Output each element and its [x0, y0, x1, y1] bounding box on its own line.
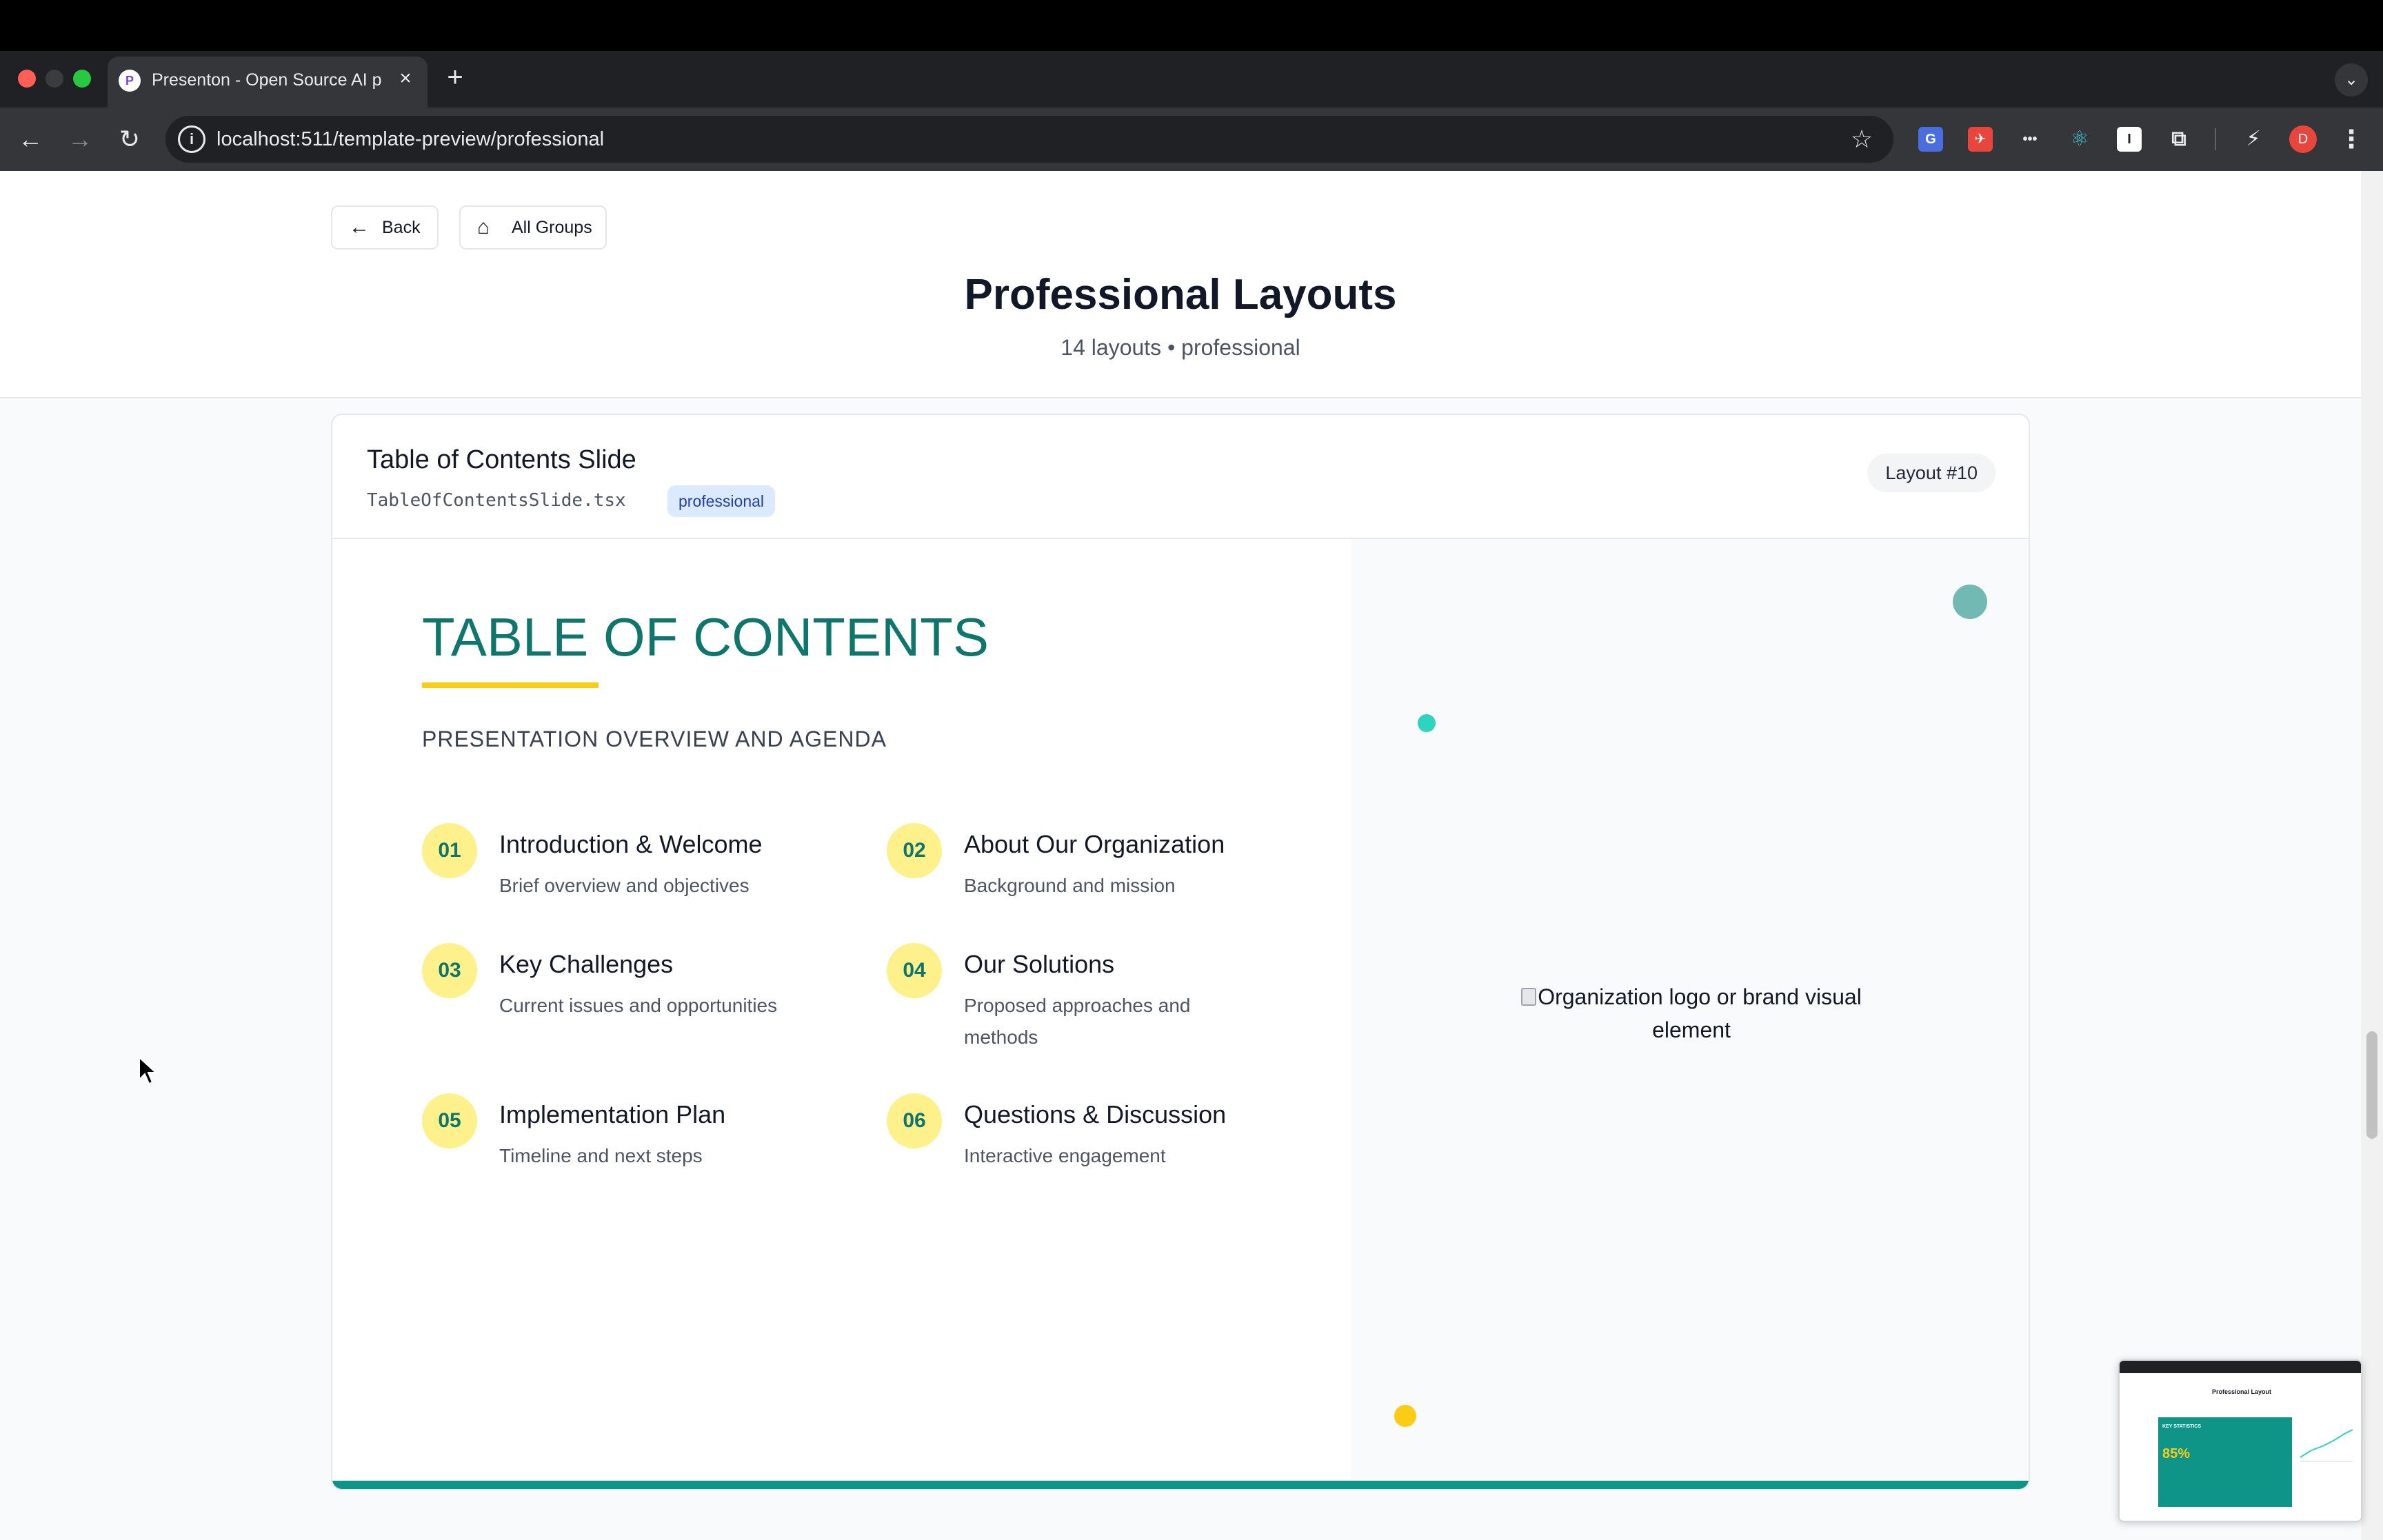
broken-image-icon — [1521, 988, 1537, 1006]
layout-number-badge: Layout #10 — [1867, 454, 1995, 492]
page-title: Professional Layouts — [964, 271, 1397, 318]
url-text[interactable]: localhost:511/template-preview/professio… — [217, 125, 604, 153]
decorative-circle — [1953, 585, 1987, 619]
home-icon: ⌂ — [477, 216, 490, 239]
menu-bar-area — [0, 0, 2383, 51]
rocket-extension-icon[interactable]: ✈ — [1968, 127, 1993, 152]
toc-item: 02 About Our Organization Background and… — [887, 823, 1300, 933]
page-subtitle: 14 layouts • professional — [1060, 335, 1300, 360]
toc-item: 05 Implementation Plan Timeline and next… — [422, 1093, 836, 1204]
page-viewport: ← Back ⌂ All Groups Professional Layouts… — [0, 171, 2361, 1540]
layout-card-title: Table of Contents Slide — [367, 445, 636, 474]
minimize-window-button[interactable] — [46, 70, 63, 88]
toc-item-number: 02 — [887, 823, 942, 878]
thumbnail-big-value: 85% — [2162, 1446, 2191, 1461]
screen-recording-thumbnail[interactable]: Professional Layout KEY STATISTICS 85% — [2118, 1359, 2362, 1522]
slide-preview: TABLE OF CONTENTS PRESENTATION OVERVIEW … — [332, 539, 2029, 1489]
toc-item: 03 Key Challenges Current issues and opp… — [422, 943, 836, 1053]
toc-item-number: 06 — [887, 1093, 942, 1148]
thumbnail-slide — [2158, 1417, 2292, 1507]
toc-item-number: 03 — [422, 943, 477, 998]
decorative-circle — [1418, 714, 1436, 732]
layout-card: Table of Contents Slide TableOfContentsS… — [331, 414, 2030, 1490]
password-extension-icon[interactable]: ••• — [2018, 127, 2042, 152]
arrow-left-icon: ← — [349, 216, 370, 239]
heading-underline — [422, 682, 599, 688]
all-groups-button-label: All Groups — [512, 218, 592, 237]
all-groups-button[interactable]: ⌂ All Groups — [459, 205, 607, 250]
more-menu-icon[interactable]: ⋮ — [2335, 123, 2368, 156]
maximize-window-button[interactable] — [73, 70, 91, 88]
toc-item: 04 Our Solutions Proposed approaches and… — [887, 943, 1300, 1053]
toc-item-title: Introduction & Welcome — [499, 830, 763, 858]
toc-item-title: Implementation Plan — [499, 1100, 726, 1128]
tab-title: Presenton - Open Source AI p — [152, 70, 382, 90]
forward-arrow-icon[interactable]: → — [63, 123, 97, 156]
profile-avatar[interactable]: D — [2289, 125, 2317, 153]
tab-search-chevron-icon[interactable]: ⌄ — [2335, 63, 2368, 97]
tab-favicon-icon: P — [119, 70, 141, 92]
tab-close-icon[interactable]: × — [393, 66, 418, 91]
toc-item-description: Brief overview and objectives — [499, 875, 750, 896]
new-tab-icon[interactable]: + — [441, 63, 469, 91]
toc-item-description: Background and mission — [964, 875, 1176, 896]
group-tag-badge: professional — [667, 485, 776, 517]
toc-item-number: 04 — [887, 943, 942, 998]
toc-item: 01 Introduction & Welcome Brief overview… — [422, 823, 836, 933]
text-extension-icon[interactable]: I — [2117, 127, 2142, 152]
thumbnail-title: Professional Layout — [2211, 1388, 2272, 1395]
toc-item-title: Questions & Discussion — [964, 1100, 1227, 1128]
slide-heading: TABLE OF CONTENTS — [422, 607, 989, 667]
react-devtools-extension-icon[interactable]: ⚛ — [2067, 127, 2092, 152]
thumbnail-browser-bar — [2120, 1361, 2361, 1373]
thumbnail-line-chart — [2300, 1429, 2353, 1462]
toc-item-number: 01 — [422, 823, 477, 878]
layout-file-name: TableOfContentsSlide.tsx — [367, 490, 626, 511]
broken-image-placeholder: Organization logo or brand visual elemen… — [1511, 980, 1871, 1046]
toolbar-divider — [2215, 128, 2216, 150]
toc-item-title: Our Solutions — [964, 950, 1115, 978]
site-info-icon[interactable]: i — [178, 125, 205, 153]
extensions-puzzle-icon[interactable]: ⧉ — [2166, 127, 2191, 152]
slide-subheading: PRESENTATION OVERVIEW AND AGENDA — [422, 727, 887, 751]
toc-item-description: Interactive engagement — [964, 1145, 1166, 1166]
bookmark-star-icon[interactable]: ☆ — [1845, 123, 1878, 156]
image-alt-text: Organization logo or brand visual elemen… — [1538, 984, 1862, 1042]
page-header: ← Back ⌂ All Groups Professional Layouts… — [0, 171, 2361, 398]
translate-extension-icon[interactable]: G — [1918, 127, 1943, 152]
performance-icon[interactable]: ⚡ — [2241, 127, 2266, 152]
close-window-button[interactable] — [18, 70, 36, 88]
scrollbar-thumb[interactable] — [2366, 1031, 2377, 1139]
scrollbar-track[interactable] — [2361, 171, 2383, 1540]
toc-item-number: 05 — [422, 1093, 477, 1148]
mouse-cursor-icon — [139, 1056, 158, 1085]
thumbnail-slide-heading: KEY STATISTICS — [2162, 1424, 2202, 1429]
decorative-circle — [1394, 1405, 1416, 1427]
back-arrow-icon[interactable]: ← — [14, 123, 47, 156]
toc-item-title: Key Challenges — [499, 950, 674, 978]
toc-item-description: Timeline and next steps — [499, 1145, 703, 1166]
toc-item-title: About Our Organization — [964, 830, 1225, 858]
toc-item-description: Current issues and opportunities — [499, 995, 778, 1016]
toc-item-description: Proposed approaches and methods — [964, 995, 1191, 1048]
toc-item: 06 Questions & Discussion Interactive en… — [887, 1093, 1300, 1204]
back-button[interactable]: ← Back — [331, 205, 439, 250]
reload-icon[interactable]: ↻ — [113, 123, 146, 156]
slide-bottom-bar — [332, 1481, 2029, 1489]
back-button-label: Back — [382, 218, 421, 237]
